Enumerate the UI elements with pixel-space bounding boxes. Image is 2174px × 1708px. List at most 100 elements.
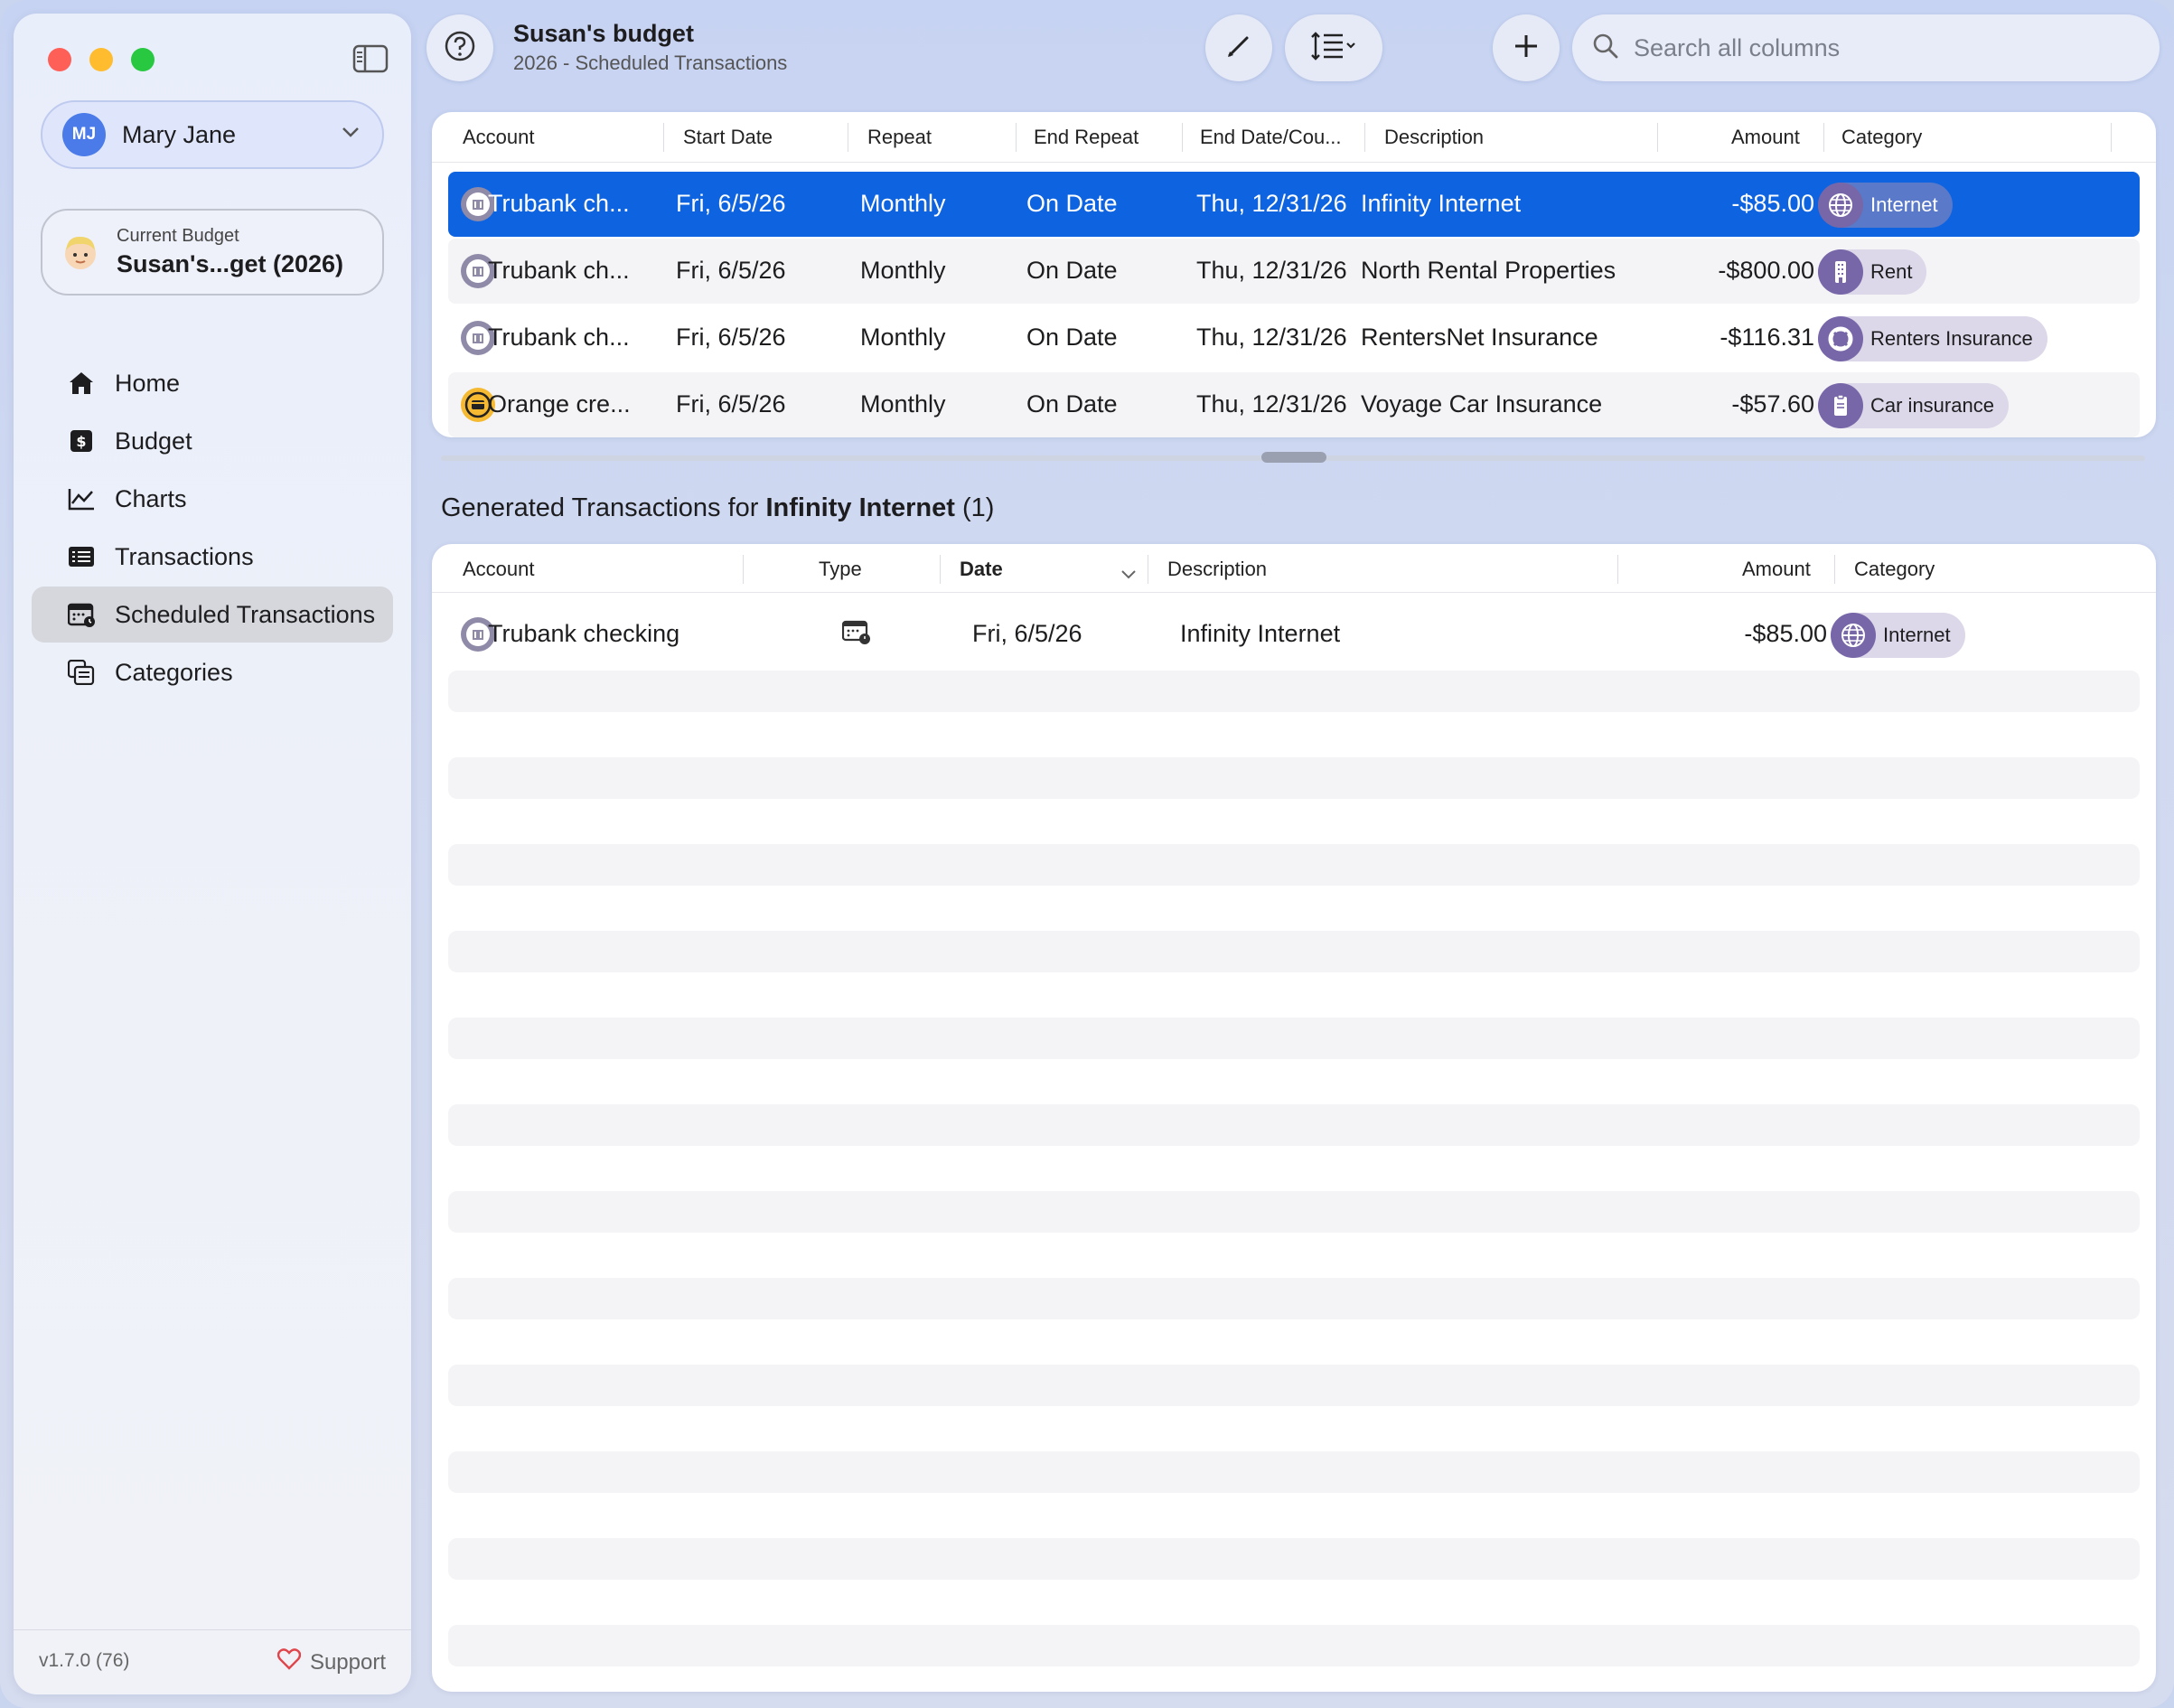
sidebar: MJ Mary Jane Current Budget Susan's...ge… [14,14,411,1694]
table-header: Account Type Date Description Amount Cat… [432,544,2156,593]
description-cell: Infinity Internet [1180,620,1341,647]
current-budget-name: Susan's...get (2026) [117,250,344,277]
start-date-cell: Fri, 6/5/26 [676,390,786,418]
globe-icon [1818,183,1863,228]
category-label: Renters Insurance [1870,327,2033,350]
sidebar-item-home[interactable]: Home [32,355,393,411]
user-name: Mary Jane [122,120,237,148]
scheduled-icon [841,620,871,652]
table-row[interactable]: Trubank checking Fri, 6/5/26 Infinity In… [448,602,2140,667]
version-label: v1.7.0 (76) [39,1650,130,1671]
column-header[interactable]: Category [1841,126,1922,149]
category-pill[interactable]: Rent [1818,249,1927,295]
pencil-icon [1224,32,1253,65]
search-placeholder: Search all columns [1634,33,1841,61]
column-header[interactable]: Repeat [867,126,932,149]
sidebar-item-transactions[interactable]: Transactions [32,529,393,585]
repeat-cell: Monthly [860,257,946,284]
help-button[interactable] [426,14,493,81]
category-pill[interactable]: Renters Insurance [1818,316,2047,361]
current-budget-label: Current Budget [117,226,239,246]
category-pill[interactable]: Car insurance [1818,383,2009,428]
avatar: MJ [62,113,106,156]
column-header[interactable]: Account [463,126,535,149]
sidebar-nav: Home $ Budget Charts Transactions Schedu… [32,355,393,702]
category-pill[interactable]: Internet [1831,613,1965,658]
column-header[interactable]: Account [463,558,535,581]
list-icon [66,541,97,572]
column-header-sorted[interactable]: Date [960,558,1003,581]
zoom-window-button[interactable] [131,48,155,71]
account-cell: Orange cre... [488,390,631,418]
empty-row [448,1365,2140,1406]
heart-icon [276,1648,302,1676]
account-cell: Trubank checking [488,620,680,647]
window-controls [48,48,155,71]
table-row[interactable]: Orange cre... Fri, 6/5/26 Monthly On Dat… [448,372,2140,437]
search-icon [1592,33,1619,64]
calendar-clock-icon [66,599,97,630]
sidebar-item-scheduled-transactions[interactable]: Scheduled Transactions [32,587,393,643]
column-header[interactable]: End Repeat [1034,126,1139,149]
amount-cell: -$57.60 [1731,390,1814,418]
sidebar-item-label: Scheduled Transactions [115,600,376,628]
add-button[interactable] [1493,14,1560,81]
category-label: Internet [1883,624,1951,646]
search-input[interactable]: Search all columns [1572,14,2160,81]
edit-button[interactable] [1205,14,1272,81]
sidebar-item-budget[interactable]: $ Budget [32,413,393,469]
empty-row [448,1625,2140,1666]
user-selector[interactable]: MJ Mary Jane [41,100,384,169]
column-header[interactable]: Amount [1742,558,1811,581]
column-header[interactable]: Description [1384,126,1484,149]
category-label: Car insurance [1870,394,1994,417]
sort-chevron-icon[interactable] [1120,562,1137,586]
split-divider-handle[interactable] [1261,452,1326,463]
category-pill[interactable]: Internet [1818,183,1953,228]
sidebar-toggle-icon[interactable] [352,44,394,75]
categories-icon [66,657,97,688]
empty-row [448,1451,2140,1493]
start-date-cell: Fri, 6/5/26 [676,190,786,217]
empty-row [448,1278,2140,1319]
minimize-window-button[interactable] [89,48,113,71]
support-label: Support [309,1649,386,1675]
budget-avatar-icon [61,232,100,272]
sidebar-item-label: Charts [115,484,187,512]
title-block: Susan's budget 2026 - Scheduled Transact… [513,20,787,75]
table-row[interactable]: Trubank ch... Fri, 6/5/26 Monthly On Dat… [448,239,2140,304]
description-cell: North Rental Properties [1361,257,1616,284]
empty-row [448,844,2140,886]
table-row[interactable]: Trubank ch... Fri, 6/5/26 Monthly On Dat… [448,305,2140,371]
globe-icon [1831,613,1876,658]
sidebar-item-label: Home [115,369,181,397]
column-header[interactable]: Category [1854,558,1935,581]
generated-title-name: Infinity Internet [765,493,955,522]
generated-section-title: Generated Transactions for Infinity Inte… [441,493,995,522]
home-icon [66,368,97,399]
amount-cell: -$800.00 [1718,257,1814,284]
generated-transactions-table: Account Type Date Description Amount Cat… [432,544,2156,1692]
end-date-cell: Thu, 12/31/26 [1196,390,1347,418]
table-row[interactable]: Trubank ch... Fri, 6/5/26 Monthly On Dat… [448,172,2140,237]
column-header[interactable]: Type [819,558,862,581]
account-cell: Trubank ch... [488,257,630,284]
sidebar-item-label: Transactions [115,542,254,570]
svg-text:$: $ [76,433,86,450]
page-subtitle: 2026 - Scheduled Transactions [513,52,788,74]
close-window-button[interactable] [48,48,71,71]
current-budget-card[interactable]: Current Budget Susan's...get (2026) [41,209,384,296]
column-header[interactable]: End Date/Cou... [1200,126,1342,149]
support-button[interactable]: Support [276,1648,386,1676]
column-header[interactable]: Amount [1731,126,1800,149]
end-date-cell: Thu, 12/31/26 [1196,324,1347,351]
empty-row [448,757,2140,799]
column-header[interactable]: Description [1167,558,1267,581]
sidebar-item-label: Budget [115,427,192,455]
row-height-button[interactable] [1285,14,1382,81]
sidebar-item-categories[interactable]: Categories [32,644,393,700]
column-header[interactable]: Start Date [683,126,773,149]
sidebar-item-charts[interactable]: Charts [32,471,393,527]
building-icon [1818,249,1863,295]
description-cell: RentersNet Insurance [1361,324,1598,351]
